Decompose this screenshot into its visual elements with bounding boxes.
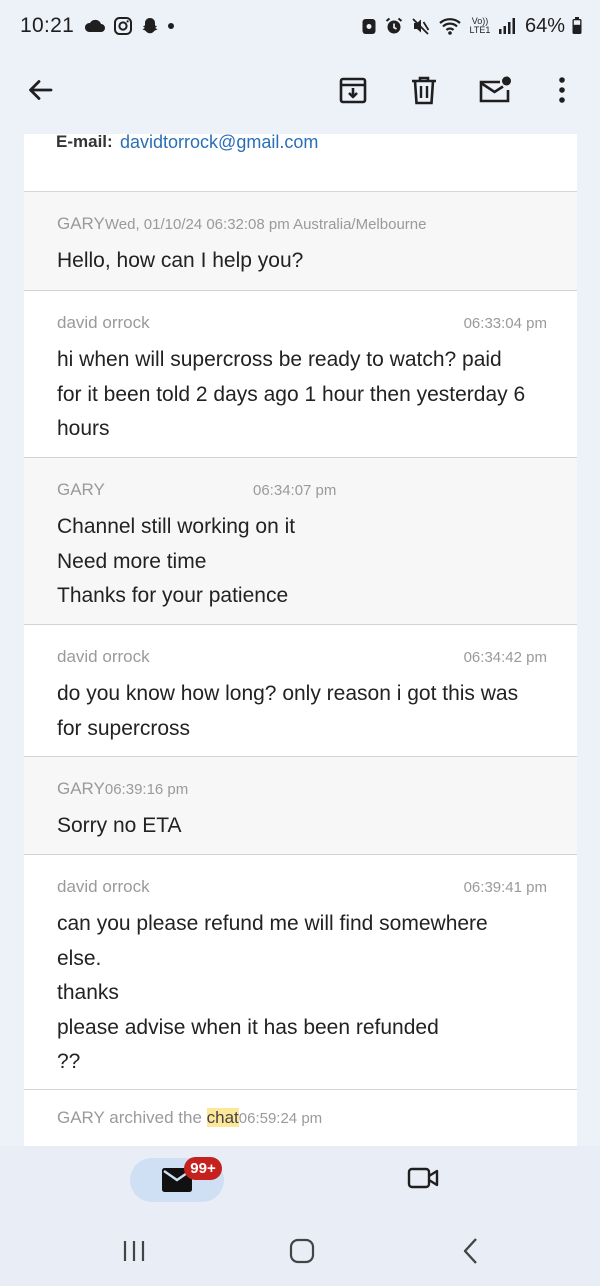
- message-body: Channel still working on it Need more ti…: [57, 510, 547, 614]
- message-line: do you know how long? only reason i got …: [57, 682, 519, 705]
- message-line: thanks: [57, 981, 119, 1004]
- message-timestamp: 06:39:41 pm: [463, 879, 547, 896]
- message-body: can you please refund me will find somew…: [57, 907, 547, 1080]
- message-line: Sorry no ETA: [57, 814, 182, 837]
- chat-message-agent: GARY 06:34:07 pm Channel still working o…: [24, 458, 577, 625]
- battery-icon: [572, 16, 582, 36]
- home-icon[interactable]: [282, 1234, 322, 1268]
- message-body: hi when will supercross be ready to watc…: [57, 343, 547, 447]
- conversation-view[interactable]: E-mail: davidtorrock@gmail.com GARYWed, …: [0, 134, 600, 1146]
- message-line: hi when will supercross be ready to watc…: [57, 348, 502, 371]
- snapchat-icon: [140, 16, 160, 36]
- archived-notice: GARY archived the chat06:59:24 pm: [24, 1090, 577, 1146]
- chat-message-user: david orrock 06:33:04 pm hi when will su…: [24, 291, 577, 458]
- message-timestamp: 06:33:04 pm: [463, 315, 547, 332]
- message-body: Hello, how can I help you?: [57, 244, 547, 279]
- chat-message-user: david orrock 06:39:41 pm can you please …: [24, 855, 577, 1090]
- video-icon: [407, 1166, 439, 1195]
- email-label: E-mail:: [56, 134, 113, 151]
- meet-tab[interactable]: [400, 1160, 446, 1200]
- message-sender: david orrock: [57, 647, 150, 666]
- chat-message-agent: GARY06:39:16 pm Sorry no ETA: [24, 757, 577, 855]
- message-line: for supercross: [57, 716, 191, 740]
- back-arrow-icon[interactable]: [18, 68, 62, 112]
- signal-icon: [498, 16, 516, 36]
- archived-timestamp: 06:59:24 pm: [238, 1110, 323, 1127]
- message-sender: GARY: [57, 214, 105, 233]
- search-highlight: chat: [206, 1108, 239, 1127]
- bottom-navigation: 99+: [0, 1146, 600, 1216]
- message-timestamp: Wed, 01/10/24 06:32:08 pm Australia/Melb…: [104, 216, 427, 233]
- message-sender: david orrock: [57, 313, 150, 332]
- archived-text: GARY archived the: [57, 1108, 207, 1127]
- unread-badge: 99+: [184, 1157, 222, 1180]
- message-body: do you know how long? only reason i got …: [57, 677, 547, 746]
- message-line: ??: [57, 1050, 81, 1073]
- system-navigation-bar: [0, 1216, 600, 1286]
- cloud-icon: [84, 19, 106, 33]
- more-vert-icon[interactable]: [540, 68, 584, 112]
- wifi-icon: [438, 16, 462, 36]
- dot-icon: [167, 22, 175, 30]
- message-line: hours: [57, 417, 110, 440]
- contact-email-row: E-mail: davidtorrock@gmail.com: [24, 134, 577, 192]
- email-link[interactable]: davidtorrock@gmail.com: [120, 134, 318, 153]
- message-line: for it been told 2 days ago 1 hour then …: [57, 382, 526, 406]
- message-sender: GARY: [57, 480, 105, 499]
- message-line: please advise when it has been refunded: [57, 1015, 439, 1039]
- message-timestamp: 06:34:07 pm: [253, 482, 337, 499]
- battery-percent: 64%: [524, 14, 565, 37]
- message-timestamp: 06:34:42 pm: [463, 649, 547, 666]
- lock-icon: [361, 16, 377, 36]
- message-line: can you please refund me will find somew…: [57, 912, 488, 935]
- app-bar: [0, 52, 600, 134]
- message-body: Sorry no ETA: [57, 809, 547, 844]
- message-sender: david orrock: [57, 877, 150, 896]
- status-bar: 10:21 Vo)) LTE1 64%: [0, 0, 600, 52]
- message-line: Hello, how can I help you?: [57, 249, 304, 272]
- message-line: Need more time: [57, 549, 207, 573]
- mark-unread-icon[interactable]: [473, 68, 517, 112]
- message-sender: GARY: [57, 779, 105, 798]
- mute-icon: [411, 16, 431, 36]
- recents-icon[interactable]: [114, 1234, 154, 1268]
- conversation-card: E-mail: davidtorrock@gmail.com GARYWed, …: [24, 134, 577, 1146]
- message-line: Channel still working on it: [57, 515, 296, 538]
- archive-icon[interactable]: [331, 68, 375, 112]
- message-line: else.: [57, 946, 102, 970]
- back-icon[interactable]: [451, 1234, 491, 1268]
- instagram-icon: [113, 16, 133, 36]
- alarm-icon: [384, 16, 404, 36]
- trash-icon[interactable]: [402, 68, 446, 112]
- chat-message-user: david orrock 06:34:42 pm do you know how…: [24, 625, 577, 757]
- message-timestamp: 06:39:16 pm: [104, 781, 189, 798]
- status-time: 10:21: [20, 14, 75, 37]
- message-line: Thanks for your patience: [57, 584, 289, 607]
- chat-message-agent: GARYWed, 01/10/24 06:32:08 pm Australia/…: [24, 192, 577, 291]
- network-label: Vo)) LTE1: [469, 16, 491, 35]
